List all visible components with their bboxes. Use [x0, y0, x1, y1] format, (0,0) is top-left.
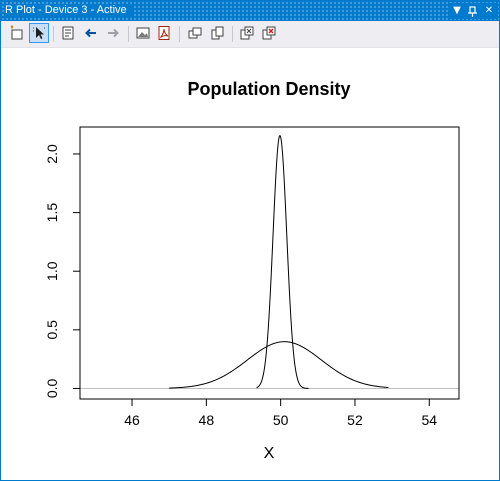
- pdf-icon[interactable]: [154, 23, 174, 43]
- y-axis: 0.0 0.5 1.0 1.5 2.0: [44, 144, 81, 399]
- close-icon[interactable]: ✕: [481, 3, 497, 19]
- dropdown-icon[interactable]: ▼: [449, 3, 465, 19]
- plot-frame: [79, 126, 460, 400]
- y-tick-label: 0.5: [44, 320, 60, 340]
- x-tick-label: 50: [273, 412, 289, 428]
- plot-area: Population Density 46 48 50 52 54 0.0 0.5 1.0 1…: [44, 79, 460, 462]
- pin-icon[interactable]: [465, 3, 481, 19]
- copy-icon[interactable]: [185, 23, 205, 43]
- density-curve-2: [256, 135, 309, 389]
- y-tick-label: 0.0: [44, 379, 60, 399]
- y-tick-label: 2.0: [44, 144, 60, 164]
- image-icon[interactable]: [133, 23, 153, 43]
- arrow-left-icon[interactable]: [81, 23, 101, 43]
- clear-plot-icon[interactable]: [237, 23, 257, 43]
- x-tick-label: 54: [421, 412, 437, 428]
- y-tick-label: 1.5: [44, 203, 60, 223]
- remove-all-icon[interactable]: [259, 23, 279, 43]
- density-curves: [169, 135, 389, 389]
- x-tick-label: 46: [124, 412, 140, 428]
- x-tick-label: 48: [199, 412, 215, 428]
- arrow-right-icon: [103, 23, 123, 43]
- title-bar[interactable]: R Plot - Device 3 - Active ▼ ✕: [1, 1, 499, 21]
- x-tick-label: 52: [347, 412, 363, 428]
- copy-metafile-icon[interactable]: [207, 23, 227, 43]
- x-axis-label: X: [264, 445, 275, 462]
- history-icon[interactable]: [58, 23, 78, 43]
- plot-toolbar: [1, 21, 499, 48]
- r-plot-window: R Plot - Device 3 - Active ▼ ✕ Populatio…: [0, 0, 500, 481]
- density-curve-1: [169, 341, 389, 389]
- chart-title: Population Density: [187, 79, 350, 99]
- cursor-select-icon[interactable]: [29, 23, 49, 43]
- toolbar-separator: [179, 26, 180, 42]
- new-window-icon[interactable]: [7, 23, 27, 43]
- toolbar-separator: [53, 26, 54, 42]
- toolbar-separator: [232, 26, 233, 42]
- toolbar-separator: [128, 26, 129, 42]
- x-axis: 46 48 50 52 54: [124, 398, 437, 428]
- window-title: R Plot - Device 3 - Active: [5, 4, 133, 16]
- y-tick-label: 1.0: [44, 261, 60, 281]
